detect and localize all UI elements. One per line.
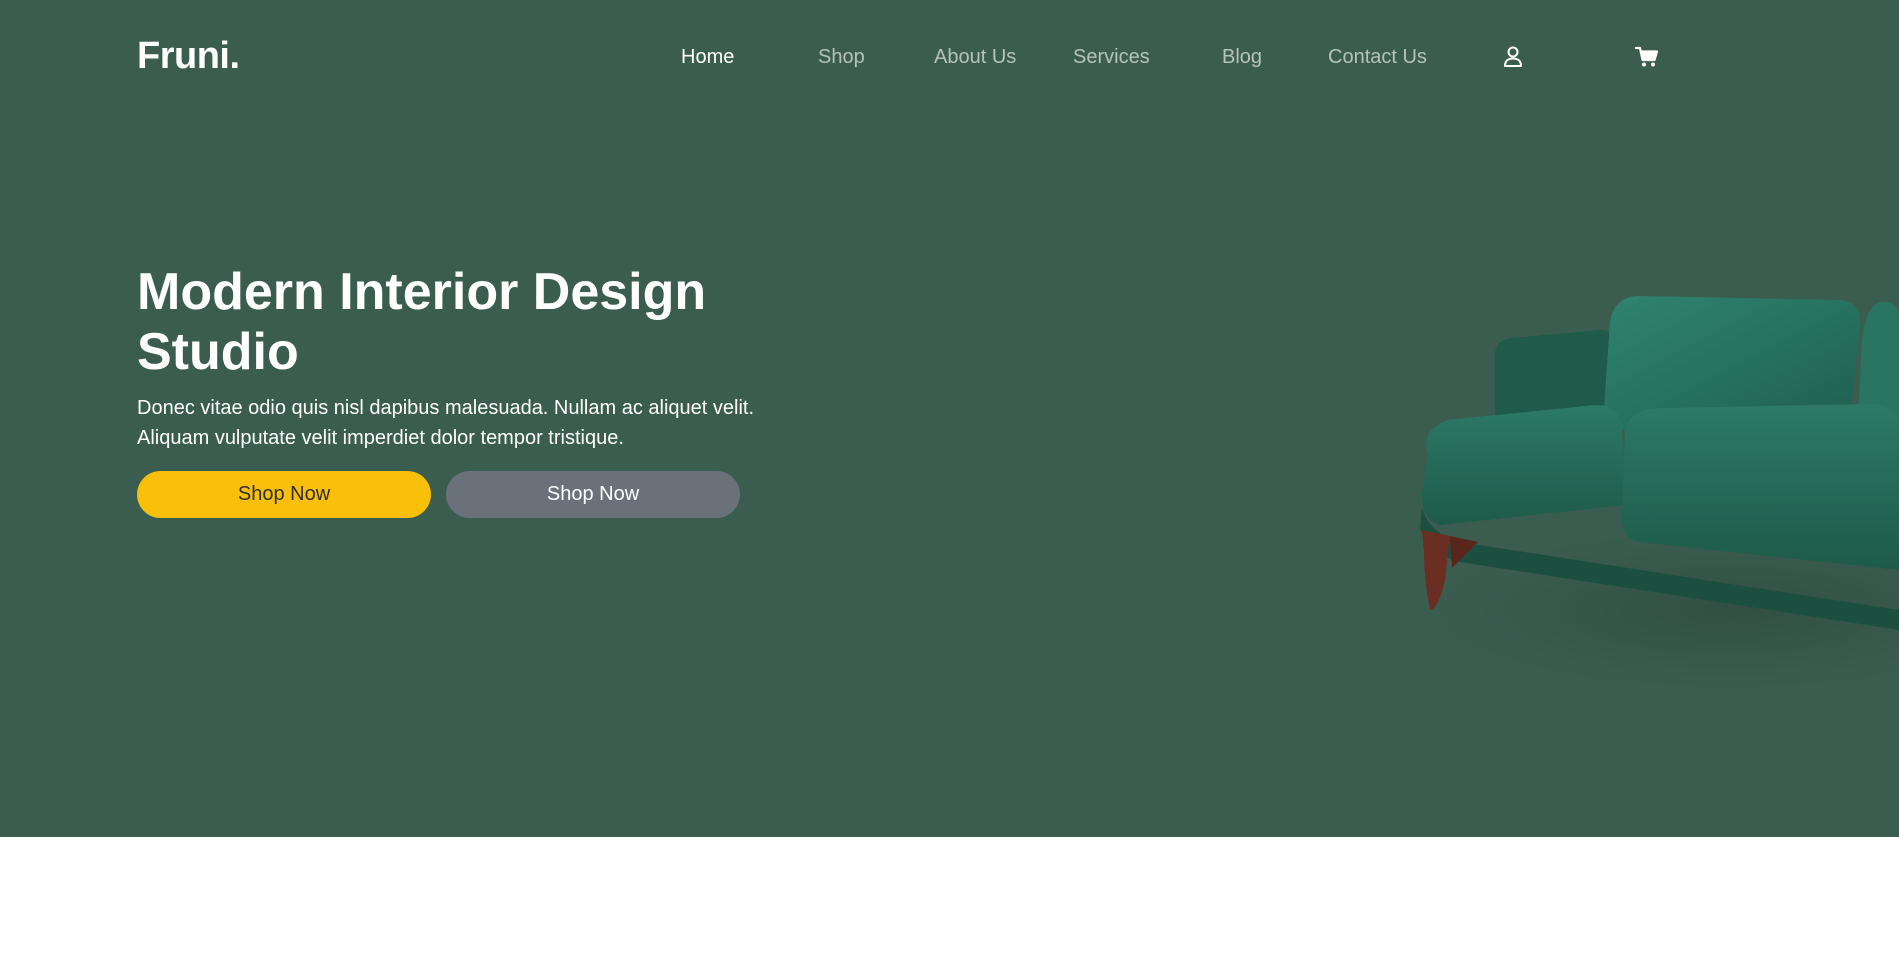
nav-item-shop[interactable]: Shop (818, 40, 865, 74)
nav-item-services[interactable]: Services (1073, 40, 1150, 74)
nav-item-blog[interactable]: Blog (1222, 40, 1262, 74)
nav-item-home[interactable]: Home (681, 40, 734, 74)
hero-title: Modern Interior Design Studio (137, 263, 707, 381)
hero-section: Fruni. Home Shop About Us Services Blog … (0, 0, 1899, 837)
nav-item-contact-us[interactable]: Contact Us (1328, 40, 1427, 74)
nav-item-about-us[interactable]: About Us (934, 40, 1016, 74)
user-icon[interactable] (1499, 43, 1527, 71)
sofa-image (1420, 296, 1899, 690)
cart-icon[interactable] (1633, 43, 1661, 71)
shop-now-button[interactable]: Shop Now (137, 471, 431, 518)
hero-description: Donec vitae odio quis nisl dapibus males… (137, 397, 755, 449)
site-logo[interactable]: Fruni. (137, 32, 240, 80)
shop-now-secondary-button[interactable]: Shop Now (446, 471, 740, 518)
